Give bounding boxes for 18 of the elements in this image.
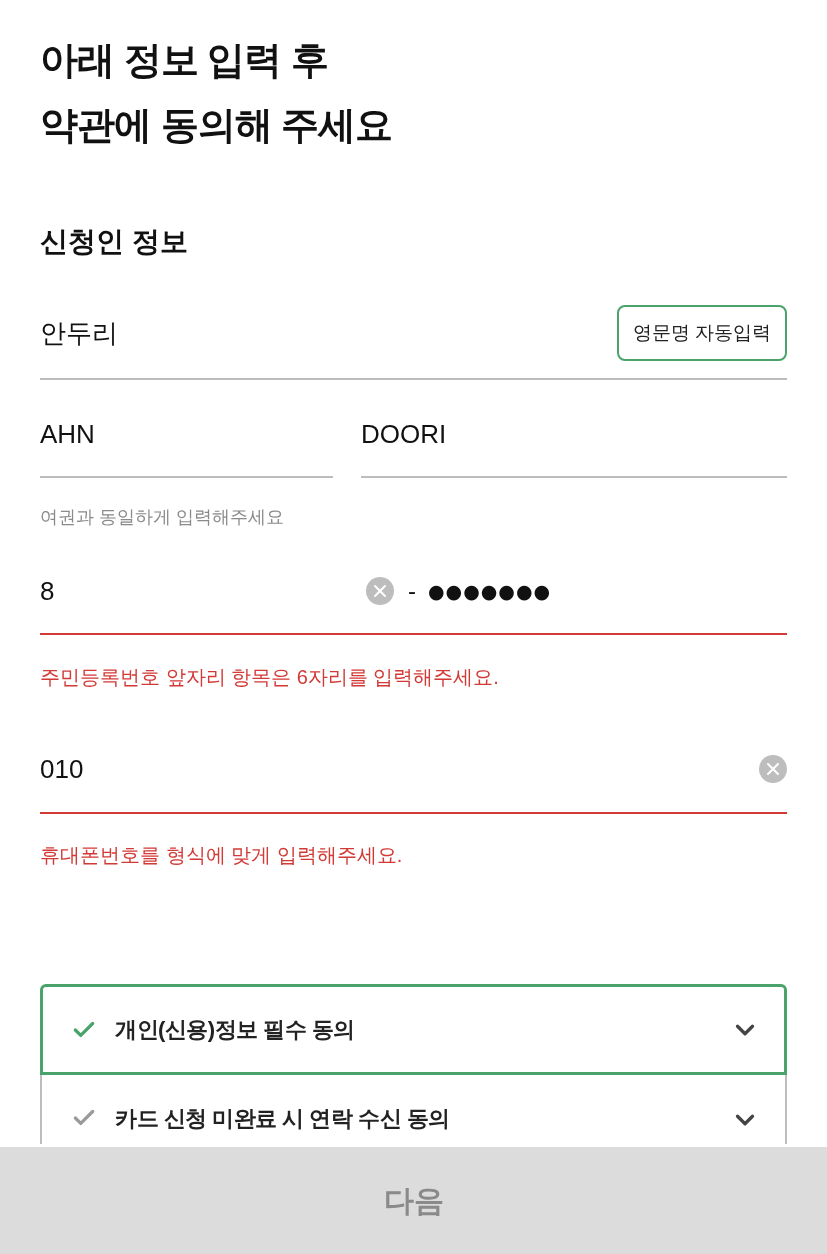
english-given-name-field[interactable]: DOORI	[361, 380, 787, 478]
rrn-separator: -	[408, 576, 416, 606]
agreement-item[interactable]: 개인(신용)정보 필수 동의	[40, 984, 787, 1075]
hint-text: 여권과 동일하게 입력해주세요	[40, 506, 284, 529]
section-title: 신청인 정보	[40, 225, 188, 259]
autofill-english-name-button[interactable]: 영문명 자동입력	[616, 305, 787, 361]
error-message: 주민등록번호 앞자리 항목은 6자리를 입력해주세요.	[40, 665, 499, 690]
error-message: 휴대폰번호를 형식에 맞게 입력해주세요.	[40, 843, 403, 868]
page-title: 아래 정보 입력 후 약관에 동의해 주세요	[40, 38, 393, 148]
agreement-item[interactable]: 카드 신청 미완료 시 연락 수신 동의	[40, 1075, 787, 1144]
resident-number-field[interactable]: 8 - ●●●●●●●	[40, 571, 787, 635]
agreement-label: 카드 신청 미완료 시 연락 수신 동의	[115, 1105, 451, 1133]
english-surname-field[interactable]: AHN	[40, 380, 333, 478]
name-field[interactable]: 안두리 영문명 자동입력	[40, 299, 787, 380]
agreement-label: 개인(신용)정보 필수 동의	[115, 1015, 356, 1044]
rrn-front-input[interactable]: 8	[40, 571, 366, 611]
phone-field[interactable]: 010	[40, 749, 787, 814]
rrn-back-input[interactable]: ●●●●●●●	[428, 571, 552, 611]
